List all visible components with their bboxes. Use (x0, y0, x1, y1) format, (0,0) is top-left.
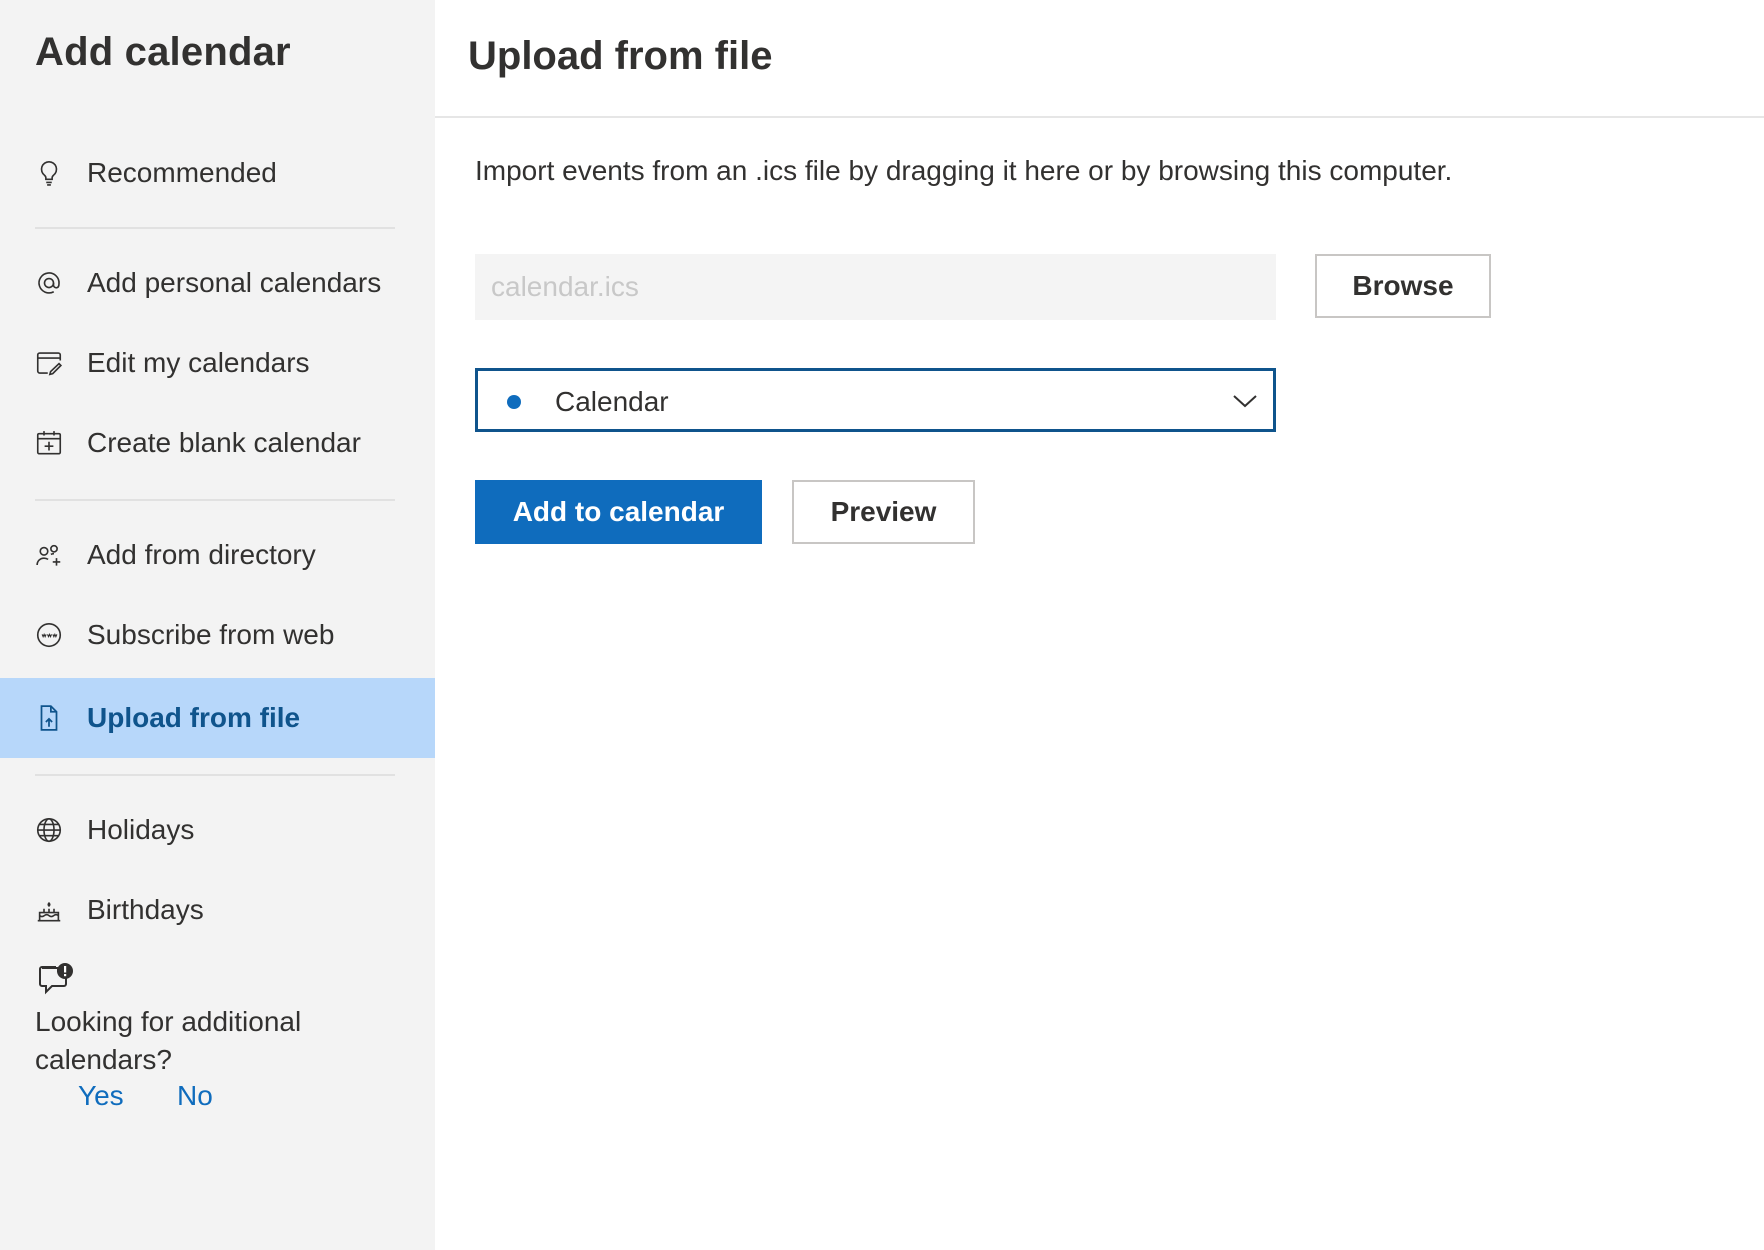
lightbulb-icon (33, 157, 65, 189)
sidebar-item-upload-from-file[interactable]: Upload from file (0, 678, 435, 758)
sidebar-item-label: Create blank calendar (87, 427, 361, 458)
feedback-alert-icon (36, 960, 76, 1000)
sidebar-item-label: Recommended (87, 157, 277, 188)
edit-calendar-icon (33, 347, 65, 379)
sidebar-divider (35, 499, 395, 501)
page-title: Upload from file (468, 34, 773, 78)
preview-button[interactable]: Preview (792, 480, 975, 544)
sidebar-item-add-from-directory[interactable]: Add from directory (0, 515, 435, 595)
people-add-icon (33, 539, 65, 571)
calendar-select-value: Calendar (555, 386, 669, 417)
sidebar-item-label: Subscribe from web (87, 619, 335, 650)
sidebar-item-label: Edit my calendars (87, 347, 310, 378)
feedback-yes-link[interactable]: Yes (78, 1080, 124, 1112)
sidebar-item-label: Birthdays (87, 894, 204, 925)
upload-description: Import events from an .ics file by dragg… (475, 155, 1453, 186)
sidebar-item-label: Add personal calendars (87, 267, 382, 298)
sidebar: Add calendar Recommended Add personal ca… (0, 0, 435, 1250)
sidebar-item-edit-my-calendars[interactable]: Edit my calendars (0, 323, 435, 403)
sidebar-item-label: Holidays (87, 814, 195, 845)
sidebar-divider (35, 774, 395, 776)
main-header: Upload from file (435, 0, 1764, 118)
at-sign-icon (33, 267, 65, 299)
sidebar-item-holidays[interactable]: Holidays (0, 790, 435, 870)
sidebar-item-recommended[interactable]: Recommended (0, 133, 435, 213)
globe-icon (33, 814, 65, 846)
feedback-question: Looking for additional calendars? (35, 1006, 302, 1075)
sidebar-item-subscribe-from-web[interactable]: Subscribe from web (0, 595, 435, 675)
sidebar-title: Add calendar (35, 30, 291, 74)
calendar-add-icon (33, 427, 65, 459)
sidebar-divider (35, 227, 395, 229)
document-upload-icon (33, 702, 65, 734)
file-name-input[interactable] (475, 254, 1276, 320)
sidebar-item-create-blank-calendar[interactable]: Create blank calendar (0, 403, 435, 483)
calendar-color-dot (507, 395, 521, 409)
chevron-down-icon (1231, 389, 1259, 411)
cake-icon (33, 894, 65, 926)
feedback-no-link[interactable]: No (177, 1080, 213, 1112)
calendar-select[interactable]: Calendar (475, 368, 1276, 432)
sidebar-item-label: Add from directory (87, 539, 316, 570)
sidebar-item-add-personal-calendars[interactable]: Add personal calendars (0, 243, 435, 323)
browse-button[interactable]: Browse (1315, 254, 1491, 318)
add-to-calendar-button[interactable]: Add to calendar (475, 480, 762, 544)
sidebar-item-label: Upload from file (87, 702, 301, 733)
sidebar-item-birthdays[interactable]: Birthdays (0, 870, 435, 950)
web-icon (33, 619, 65, 651)
